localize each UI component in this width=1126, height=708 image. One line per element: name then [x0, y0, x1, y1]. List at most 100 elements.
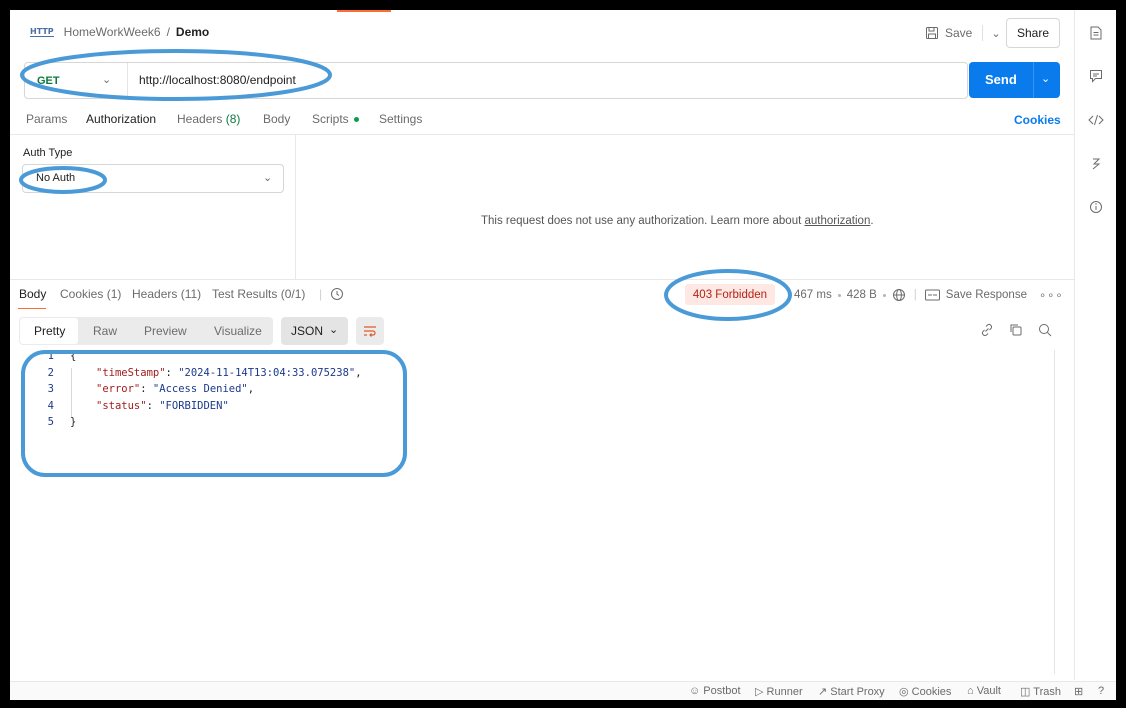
line-number: 1 — [47, 350, 54, 362]
json-value: "Access Denied" — [152, 383, 248, 395]
auth-message-text: This request does not use any authorizat… — [481, 215, 805, 227]
response-meta: 467 ms 428 B | Save Response ∘∘∘ — [794, 288, 1064, 302]
tab-params[interactable]: Params — [26, 112, 67, 126]
divider — [982, 25, 984, 41]
code-text: { — [70, 350, 77, 362]
method-select[interactable]: GET ⌄ — [25, 63, 128, 98]
wrap-lines-button[interactable] — [356, 317, 384, 345]
auth-type-value: No Auth — [36, 172, 76, 184]
active-tab-underline — [18, 308, 46, 309]
status-badge[interactable]: 403 Forbidden — [685, 284, 775, 305]
save-icon — [926, 27, 938, 39]
tab-settings[interactable]: Settings — [379, 112, 422, 126]
footer-postbot[interactable]: ☺ Postbot — [689, 685, 741, 697]
send-dropdown-chevron-icon[interactable]: ⌄ — [1041, 72, 1050, 85]
tab-label: Headers — [132, 287, 178, 301]
tab-response-cookies[interactable]: Cookies (1) — [60, 287, 121, 301]
footer-vault[interactable]: ⌂ Vault — [967, 685, 1001, 697]
format-tab-visualize[interactable]: Visualize — [214, 324, 262, 338]
breadcrumb-current[interactable]: Demo — [176, 25, 209, 39]
format-tab-pretty[interactable]: Pretty — [20, 318, 78, 344]
code-text: , — [355, 367, 362, 379]
trash-icon: ◫ — [1020, 686, 1031, 698]
tab-label: Cookies — [60, 287, 104, 301]
divider — [10, 279, 1074, 280]
tab-response-headers[interactable]: Headers (11) — [132, 287, 201, 301]
indent-guide — [71, 368, 72, 418]
share-button[interactable]: Share — [1006, 18, 1060, 48]
tab-response-body[interactable]: Body — [19, 287, 46, 301]
url-input[interactable]: http://localhost:8080/endpoint — [139, 73, 296, 87]
footer-trash[interactable]: ◫ Trash — [1020, 685, 1061, 698]
method-label: GET — [37, 74, 60, 87]
code-text: } — [70, 416, 77, 428]
json-key: "error" — [96, 383, 141, 395]
send-divider — [1033, 62, 1034, 98]
breadcrumb: HTTP HomeWorkWeek6 / Demo — [30, 24, 209, 40]
tab-authorization[interactable]: Authorization — [86, 112, 156, 126]
format-tab-preview[interactable]: Preview — [144, 324, 187, 338]
footer-label: Trash — [1033, 686, 1061, 698]
documentation-icon[interactable] — [1087, 24, 1105, 42]
code-line: } — [70, 416, 76, 428]
save-group: Save ⌄ — [925, 24, 1001, 42]
http-icon: HTTP — [30, 27, 54, 37]
tab-body[interactable]: Body — [263, 112, 290, 126]
vertical-scrollbar[interactable] — [1054, 350, 1055, 674]
response-size[interactable]: 428 B — [847, 289, 877, 301]
code-icon[interactable] — [1087, 111, 1105, 129]
copy-icon[interactable] — [1008, 322, 1024, 338]
auth-type-label: Auth Type — [23, 147, 73, 159]
breadcrumb-separator: / — [166, 25, 170, 39]
line-number: 2 — [47, 367, 54, 379]
tab-scripts[interactable]: Scripts — [312, 112, 360, 126]
response-time[interactable]: 467 ms — [794, 289, 832, 301]
tab-label: Authorization — [86, 112, 157, 126]
save-response-label: Save Response — [945, 289, 1027, 301]
postbot-icon: ☺ — [689, 685, 701, 697]
url-bar: GET ⌄ http://localhost:8080/endpoint — [24, 62, 968, 99]
tab-label: Body — [19, 287, 47, 301]
search-icon[interactable] — [1037, 322, 1053, 338]
footer-runner[interactable]: ▷ Runner — [755, 685, 803, 698]
tab-test-results[interactable]: Test Results (0/1) — [212, 287, 305, 301]
save-dropdown-chevron-icon[interactable]: ⌄ — [991, 27, 1000, 40]
send-button[interactable]: Send ⌄ — [969, 62, 1060, 98]
format-select[interactable]: JSON ⌄ — [281, 317, 348, 345]
layout-icon[interactable]: ⊞ — [1074, 685, 1083, 698]
help-icon[interactable]: ? — [1098, 685, 1104, 697]
tab-count: (1) — [106, 287, 122, 301]
history-icon[interactable] — [330, 287, 344, 304]
active-tab-indicator — [337, 10, 391, 12]
breadcrumb-parent[interactable]: HomeWorkWeek6 — [64, 25, 161, 39]
info-icon[interactable] — [1087, 198, 1105, 216]
chevron-down-icon: ⌄ — [329, 324, 339, 336]
share-label: Share — [1016, 26, 1050, 40]
separator-dot — [837, 293, 841, 297]
response-tabs: Body Cookies (1) Headers (11) Test Resul… — [19, 287, 719, 307]
globe-icon[interactable] — [892, 288, 906, 302]
pane-divider — [295, 135, 296, 279]
format-tab-raw[interactable]: Raw — [93, 324, 117, 338]
line-number: 5 — [47, 416, 54, 428]
tab-label: Params — [26, 112, 68, 126]
footer-label: Vault — [976, 685, 1001, 697]
chevron-down-icon: ⌄ — [102, 74, 112, 86]
json-key: "status" — [96, 400, 147, 412]
footer-start-proxy[interactable]: ↗ Start Proxy — [818, 685, 885, 698]
tab-headers[interactable]: Headers (8) — [177, 112, 240, 126]
link-icon[interactable] — [979, 322, 995, 338]
code-line: { — [70, 350, 76, 362]
auth-type-select[interactable]: No Auth ⌄ — [22, 164, 284, 193]
more-options-icon[interactable]: ∘∘∘ — [1039, 288, 1064, 302]
comments-icon[interactable] — [1087, 67, 1105, 85]
cookies-link[interactable]: Cookies — [1014, 113, 1061, 127]
save-button[interactable]: Save — [925, 26, 972, 40]
footer-cookies[interactable]: ◎ Cookies — [899, 685, 951, 698]
authorization-link[interactable]: authorization — [804, 215, 870, 227]
chevron-down-icon: ⌄ — [263, 172, 273, 184]
tab-count: (11) — [180, 287, 202, 301]
save-response-button[interactable]: Save Response — [924, 289, 1027, 301]
related-collections-icon[interactable] — [1087, 155, 1105, 173]
json-value: "FORBIDDEN" — [159, 400, 229, 412]
